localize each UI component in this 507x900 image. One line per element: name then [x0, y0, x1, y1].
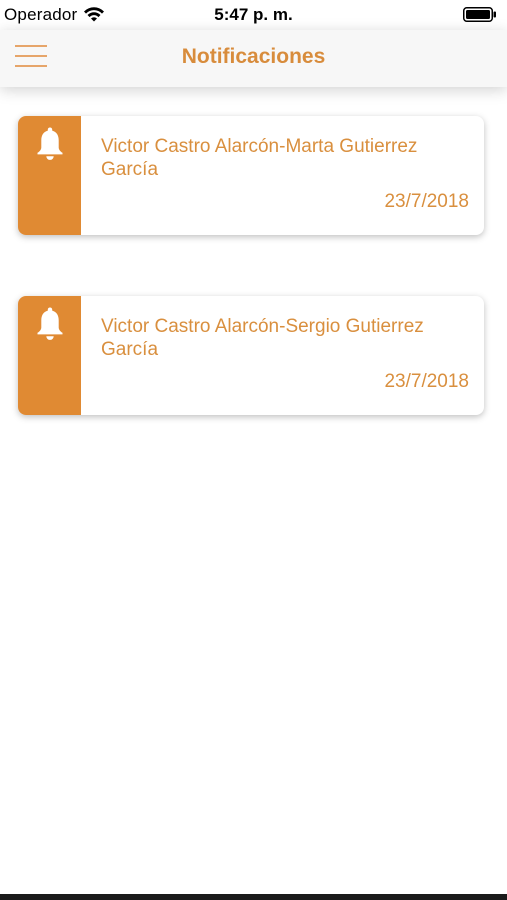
bell-icon [37, 127, 63, 160]
bell-icon [37, 307, 63, 340]
notification-date: 23/7/2018 [384, 371, 469, 392]
bottom-edge-bar [0, 894, 507, 900]
notification-card[interactable]: Victor Castro Alarcón-Sergio Gutierrez G… [18, 296, 484, 415]
notification-date: 23/7/2018 [384, 191, 469, 212]
nav-bar: Notificaciones [0, 30, 507, 87]
status-bar: Operador 5:47 p. m. [0, 0, 507, 30]
notification-accent-strip [18, 116, 81, 235]
battery-icon [463, 7, 496, 22]
status-time: 5:47 p. m. [214, 5, 293, 24]
notification-title: Victor Castro Alarcón-Marta Gutierrez Ga… [101, 136, 418, 180]
notification-title: Victor Castro Alarcón-Sergio Gutierrez G… [101, 316, 424, 360]
notification-card[interactable]: Victor Castro Alarcón-Marta Gutierrez Ga… [18, 116, 484, 235]
page-title: Notificaciones [181, 45, 326, 68]
notification-accent-strip [18, 296, 81, 415]
